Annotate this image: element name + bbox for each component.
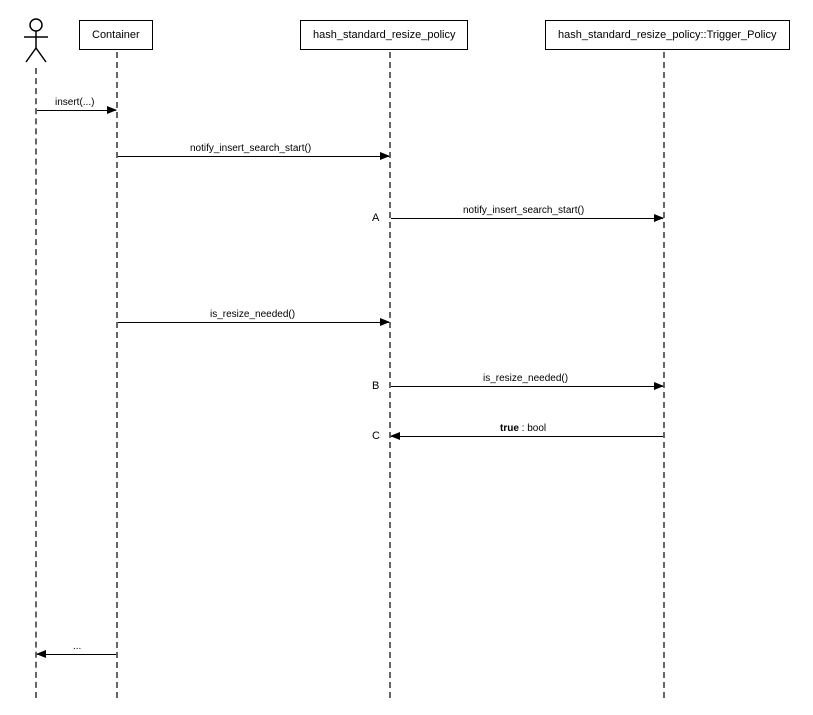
message-return-dots	[37, 654, 116, 655]
return-bold: true	[500, 423, 519, 434]
lifeline-trigger-policy	[663, 52, 665, 698]
message-insert-label: insert(...)	[55, 97, 94, 108]
lifeline-actor	[35, 68, 37, 698]
message-notify-1	[118, 156, 389, 157]
message-resize-1	[118, 322, 389, 323]
message-notify-1-label: notify_insert_search_start()	[190, 143, 311, 154]
message-insert	[37, 110, 116, 111]
step-a: A	[372, 212, 379, 224]
message-resize-2	[391, 386, 663, 387]
message-notify-2	[391, 218, 663, 219]
participant-container: Container	[79, 20, 153, 50]
message-resize-1-label: is_resize_needed()	[210, 309, 295, 320]
message-resize-2-label: is_resize_needed()	[483, 373, 568, 384]
step-b: B	[372, 380, 379, 392]
participant-trigger-policy: hash_standard_resize_policy::Trigger_Pol…	[545, 20, 790, 50]
step-c: C	[372, 430, 380, 442]
message-return	[391, 436, 663, 437]
message-return-label: true : bool	[500, 423, 546, 434]
lifeline-container	[116, 52, 118, 698]
return-rest: : bool	[519, 423, 546, 434]
message-return-dots-label: ...	[73, 641, 81, 652]
message-notify-2-label: notify_insert_search_start()	[463, 205, 584, 216]
participant-resize-policy: hash_standard_resize_policy	[300, 20, 468, 50]
lifeline-resize-policy	[389, 52, 391, 698]
actor-icon	[24, 18, 48, 64]
